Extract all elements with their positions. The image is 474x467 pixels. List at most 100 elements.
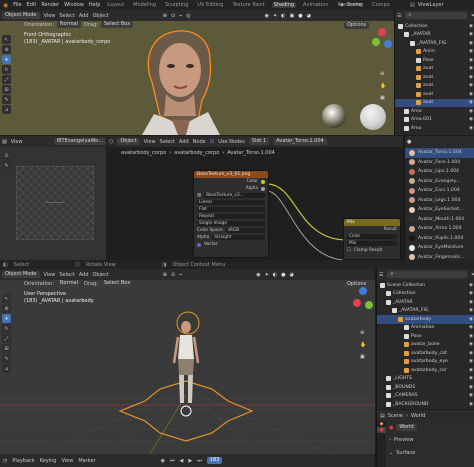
material-slot[interactable]: Avatar_Legs.1.004 [405,196,474,206]
z-axis-icon[interactable] [384,40,392,48]
current-frame-field[interactable]: 183 [206,457,223,464]
tab-compositing[interactable]: Compo [370,2,392,8]
record-icon[interactable]: ◉ [161,458,165,464]
node-editor[interactable]: ⬡ Object View Select Add Node ☑ Use Node… [107,136,403,260]
visibility-toggle-icon[interactable]: ◉ [469,300,473,305]
zoom-icon-bottom[interactable]: ⊕ [360,327,366,339]
image-editor-icon[interactable]: ▨ [2,139,7,145]
view-menu[interactable]: View [44,13,56,19]
tab-modeling[interactable]: Modeling [131,2,158,8]
global-icon[interactable]: ⊕ [163,13,167,19]
visibility-toggle-icon[interactable]: ◉ [469,376,473,381]
visibility-toggle-icon[interactable]: ◉ [469,359,473,364]
nav-gizmo-top[interactable] [372,28,392,68]
alpha-socket-icon[interactable] [261,186,265,191]
gizmo-icon[interactable]: ✦ [273,13,277,19]
material-slot[interactable]: Avatar_Torso.1.004 [405,148,474,158]
visibility-toggle-icon[interactable]: ◉ [469,342,473,347]
outliner-top-row[interactable]: _AVATAR_FIG ◉ [395,39,474,48]
material-slot[interactable]: Avatar_Pupils.1.004 [405,234,474,244]
outliner-top-row[interactable]: Anim ◉ [395,48,474,57]
outliner-bottom-search[interactable]: ⌕ [387,271,467,278]
pan-icon[interactable]: ✋ [380,80,386,92]
world-name-field[interactable]: World [396,424,417,431]
outliner-bottom-row[interactable]: avatar_bone ◉ [377,341,474,350]
mix-blend-dropdown[interactable]: Color [347,233,397,240]
interpolation-dropdown[interactable]: Linear [197,199,265,206]
outliner-top-row[interactable]: avat ◉ [395,98,474,107]
camera-view-icon[interactable]: ▣ [380,92,386,104]
tab-texture-paint[interactable]: Texture Paint [230,2,266,8]
play-icon[interactable]: ▶ [188,458,192,464]
outliner-top-row[interactable]: _AVATAR ◉ [395,31,474,40]
visibility-toggle-icon[interactable]: ◉ [469,49,473,54]
tweak-tool-icon[interactable]: ↖ [2,35,11,44]
outliner-bottom-row[interactable]: Animation ◉ [377,324,474,333]
mix-mode-dropdown[interactable]: Mix [347,240,397,247]
visibility-toggle-icon[interactable]: ◉ [469,126,473,131]
jump-end-icon[interactable]: ⏭ [197,458,202,464]
material-slot[interactable]: Avatar_Arms.1.004 [405,224,474,234]
visibility-toggle-icon[interactable]: ◉ [469,58,473,63]
visibility-icon[interactable]: ◉ [265,13,269,19]
options-button[interactable]: Options [344,22,370,29]
camera-view-icon-bottom[interactable]: ▣ [360,351,366,363]
scene-selector[interactable]: ◆ Scene [340,0,362,10]
material-properties-icon[interactable]: ● [407,139,411,145]
mix-node[interactable]: Mix Result Color Mix ☐ Clamp Result [343,218,401,260]
image-canvas[interactable] [16,166,94,240]
outliner-top-row[interactable]: Area.001 ◉ [395,116,474,125]
playback-menu[interactable]: Playback [12,458,34,464]
visibility-toggle-icon[interactable]: ◉ [469,109,473,114]
clamp-checkbox[interactable]: ☐ [347,248,351,253]
pan-icon-bottom[interactable]: ✋ [360,339,366,351]
viewport-top[interactable]: Object Mode View Select Add Object ⊕ ⊙ ⌁… [0,10,394,135]
outliner-bottom-editor-icon[interactable]: ☰ [379,272,383,278]
drag-dropdown[interactable]: Select Box [100,21,134,28]
visibility-toggle-icon[interactable]: ◉ [469,308,473,313]
visibility-toggle-icon[interactable]: ◉ [469,351,473,356]
visibility-toggle-icon[interactable]: ◉ [469,283,473,288]
alpha-mode-dropdown[interactable]: Straight [212,234,265,241]
outliner-top[interactable]: ☰ ⌕ ⏷ Collection ◉ _AVATAR ◉ _AVATAR_FIG ◉ Ani… [394,10,474,135]
outliner-bottom-row[interactable]: _BOUNDS ◉ [377,383,474,392]
annotate-tool-icon[interactable]: ✎ [2,95,11,104]
add-menu[interactable]: Add [79,13,89,19]
outliner-top-row[interactable]: Area ◉ [395,107,474,116]
outliner-bottom-row[interactable]: _CAMERAS ◉ [377,392,474,401]
outliner-top-row[interactable]: avat ◉ [395,73,474,82]
vector-socket-icon[interactable] [197,242,201,247]
outliner-top-row[interactable]: avat ◉ [395,90,474,99]
material-slot[interactable]: Avatar_Fingernails... [405,253,474,260]
visibility-toggle-icon[interactable]: ◉ [469,75,473,80]
material-slot[interactable]: Avatar_EyeSocket... [405,205,474,215]
surface-panel-header[interactable]: ⌄ Surface [389,450,415,456]
menu-file[interactable]: File [13,2,21,8]
blender-logo-icon[interactable]: ◉ [3,2,8,9]
outliner-bottom-row[interactable]: Scene Collection ◉ [377,281,474,290]
preview-panel-header[interactable]: › Preview [389,437,413,443]
object-menu[interactable]: Object [93,13,109,19]
visibility-toggle-icon[interactable]: ◉ [469,325,473,330]
material-slot[interactable]: Avatar_Face.1.004 [405,158,474,168]
orientation-dropdown[interactable]: Normal [56,21,82,28]
outliner-top-row[interactable]: avat ◉ [395,65,474,74]
outliner-bottom-row[interactable]: _AVATAR ◉ [377,298,474,307]
outliner-top-row[interactable]: Area ◉ [395,124,474,133]
material-slot[interactable]: Avatar_Evangely... [405,177,474,187]
jump-start-icon[interactable]: ⏮ [170,458,175,464]
view-layer-selector[interactable]: ▤ ViewLayer [410,0,444,10]
color-space-dropdown[interactable]: sRGB [225,227,265,234]
x-axis-icon-bottom[interactable] [353,299,361,307]
visibility-toggle-icon[interactable]: ◉ [469,291,473,296]
nav-gizmo-bottom[interactable] [353,287,373,327]
material-slot[interactable]: Avatar_EyeMoisture [405,243,474,253]
image-file-field[interactable]: BaseTexture_v3... [204,192,265,199]
menu-render[interactable]: Render [41,2,59,8]
visibility-toggle-icon[interactable]: ◉ [469,32,473,37]
outliner-bottom-row[interactable]: Collection ◉ [377,290,474,299]
outliner-top-row[interactable]: Collection ◉ [395,22,474,31]
visibility-toggle-icon[interactable]: ◉ [469,317,473,322]
material-slot[interactable]: Avatar_Mouth.1.004 [405,215,474,225]
material-slot[interactable]: Avatar_Lips.1.004 [405,167,474,177]
